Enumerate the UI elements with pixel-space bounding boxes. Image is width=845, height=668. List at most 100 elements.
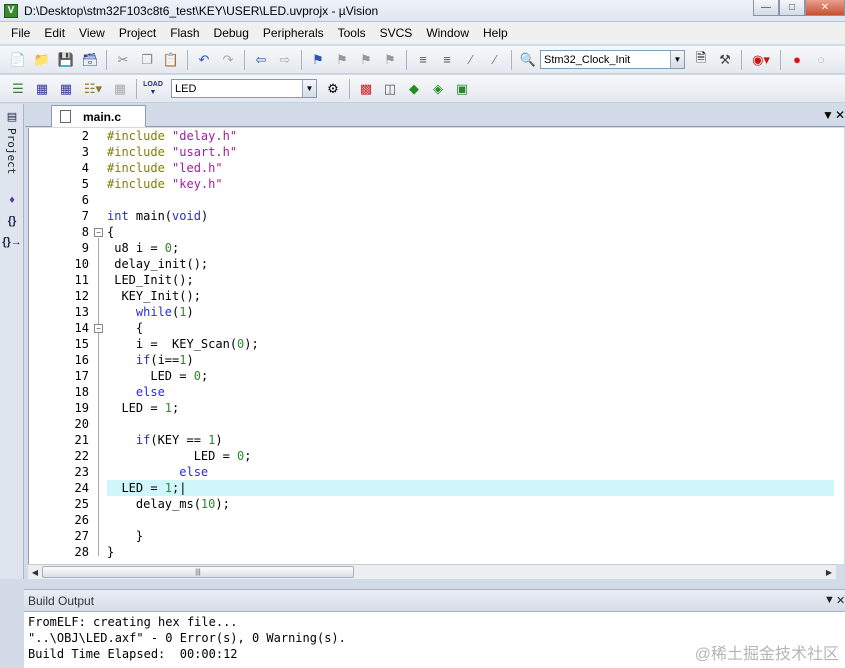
toolbar-separator	[349, 78, 350, 99]
code-line: if(i==1)	[135, 353, 194, 367]
component-icon[interactable]: ▣	[452, 79, 472, 99]
menu-window[interactable]: Window	[419, 23, 476, 43]
code-line: else	[135, 385, 165, 399]
scrollbar-thumb[interactable]: |||	[42, 566, 354, 578]
clear-bookmarks-icon[interactable]: ⚑	[380, 50, 400, 70]
menu-bar: File Edit View Project Flash Debug Perip…	[0, 22, 845, 44]
line-number: 20	[74, 417, 89, 431]
code-editor[interactable]: 2 3 4 5 6 7 8 9 10 11 12 13 14 15 16 17 …	[28, 128, 844, 564]
books-icon[interactable]: ♦	[2, 191, 22, 209]
batch-build-icon[interactable]: ☷▾	[80, 79, 106, 99]
breakpoint-icon[interactable]: ●	[787, 50, 807, 70]
load-download-icon[interactable]: LOAD ▼	[143, 79, 163, 99]
menu-tools[interactable]: Tools	[331, 23, 373, 43]
line-number: 2	[81, 129, 89, 143]
next-bookmark-icon[interactable]: ⚑	[356, 50, 376, 70]
copy-icon[interactable]: ❐	[137, 50, 157, 70]
watermark: @稀土掘金技术社区	[694, 646, 839, 663]
code-line: KEY_Init();	[107, 289, 201, 303]
line-number: 5	[81, 177, 89, 191]
toolbar-separator	[780, 49, 781, 70]
menu-flash[interactable]: Flash	[163, 23, 206, 43]
chevron-down-icon[interactable]: ▼	[302, 80, 316, 97]
chevron-down-icon[interactable]: ▼	[670, 51, 684, 68]
left-panel-bar: ▤ Project ♦ {} {}→	[0, 104, 24, 579]
project-window-icon[interactable]: ▤	[2, 107, 22, 125]
bookmark-icon[interactable]: ⚑	[308, 50, 328, 70]
menu-view[interactable]: View	[72, 23, 112, 43]
cut-icon[interactable]: ✂	[113, 50, 133, 70]
uncomment-icon[interactable]: ∕	[485, 50, 505, 70]
paste-icon[interactable]: 📋	[161, 50, 181, 70]
rebuild-icon[interactable]: ▦	[56, 79, 76, 99]
debug-session-icon[interactable]: ◉▾	[748, 50, 774, 70]
target-combo[interactable]: LED ▼	[171, 79, 317, 98]
save-icon[interactable]: 💾	[56, 50, 76, 70]
configure-icon[interactable]: ⚒	[715, 50, 735, 70]
tab-main-c[interactable]: main.c	[51, 105, 146, 127]
save-all-icon[interactable]: 🗃	[80, 50, 100, 70]
editor-tab-strip: main.c ▼ ✕	[25, 104, 845, 127]
close-tab-icon[interactable]: ✕	[835, 108, 845, 122]
menu-help[interactable]: Help	[476, 23, 515, 43]
new-file-icon[interactable]: 📄	[8, 50, 28, 70]
pack-installer-icon[interactable]: ◈	[428, 79, 448, 99]
build-icon[interactable]: ▦	[32, 79, 52, 99]
toolbar-separator	[301, 49, 302, 70]
unindent-icon[interactable]: ≡	[437, 50, 457, 70]
select-packs-icon[interactable]: ◫	[380, 79, 400, 99]
minimize-button[interactable]: —	[753, 0, 779, 16]
templates-icon[interactable]: {}→	[2, 233, 22, 251]
indent-icon[interactable]: ≡	[413, 50, 433, 70]
code-line: while(1)	[135, 305, 194, 319]
undo-icon[interactable]: ↶	[194, 50, 214, 70]
build-output-header: Build Output ▼ ✕	[24, 589, 845, 611]
title-bar: V D:\Desktop\stm32F103c8t6_test\KEY\USER…	[0, 0, 845, 22]
menu-project[interactable]: Project	[112, 23, 163, 43]
scroll-right-icon[interactable]: ▶	[823, 566, 835, 578]
functions-icon[interactable]: {}	[2, 212, 22, 230]
menu-debug[interactable]: Debug	[207, 23, 256, 43]
code-line: }	[107, 529, 144, 543]
prev-bookmark-icon[interactable]: ⚑	[332, 50, 352, 70]
translate-icon[interactable]: ☰	[8, 79, 28, 99]
tab-label: main.c	[83, 109, 122, 124]
fold-toggle[interactable]: −	[94, 324, 103, 333]
navigate-forward-icon[interactable]: ⇨	[275, 50, 295, 70]
vertical-scrollbar[interactable]	[834, 128, 844, 564]
menu-edit[interactable]: Edit	[37, 23, 72, 43]
line-number: 16	[74, 353, 89, 367]
incremental-find-icon[interactable]: 🗎	[691, 50, 711, 70]
tab-list-icon[interactable]: ▼	[822, 108, 834, 122]
find-in-files-icon[interactable]: 🔍	[518, 50, 538, 70]
stop-build-icon[interactable]: ▦	[110, 79, 130, 99]
horizontal-scrollbar[interactable]: ◀ ||| ▶	[28, 564, 836, 579]
code-line: i = KEY_Scan(0);	[107, 337, 259, 351]
pin-icon[interactable]: ▼	[824, 594, 835, 606]
manage-project-items-icon[interactable]: ▩	[356, 79, 376, 99]
open-folder-icon[interactable]: 📁	[32, 50, 52, 70]
fold-toggle[interactable]: −	[94, 228, 103, 237]
close-button[interactable]: ✕	[805, 0, 845, 16]
line-number: 22	[74, 449, 89, 463]
manage-rte-icon[interactable]: ◆	[404, 79, 424, 99]
navigate-back-icon[interactable]: ⇦	[251, 50, 271, 70]
redo-icon[interactable]: ↷	[218, 50, 238, 70]
code-line: LED = 0;	[107, 369, 209, 383]
menu-peripherals[interactable]: Peripherals	[256, 23, 331, 43]
line-number: 26	[74, 513, 89, 527]
maximize-button[interactable]: □	[779, 0, 805, 16]
project-panel-label[interactable]: Project	[5, 128, 18, 188]
function-combo[interactable]: Stm32_Clock_Init ▼	[540, 50, 685, 69]
menu-svcs[interactable]: SVCS	[373, 23, 420, 43]
window-title: D:\Desktop\stm32F103c8t6_test\KEY\USER\L…	[24, 3, 379, 18]
close-panel-icon[interactable]: ✕	[836, 594, 845, 607]
disabled-breakpoint-icon[interactable]: ○	[811, 50, 831, 70]
target-options-icon[interactable]: ⚙	[323, 79, 343, 99]
comment-icon[interactable]: ∕	[461, 50, 481, 70]
menu-file[interactable]: File	[4, 23, 37, 43]
target-combo-value: LED	[175, 82, 197, 95]
toolbar-separator	[244, 49, 245, 70]
code-line: #include "delay.h"	[107, 129, 238, 143]
scroll-left-icon[interactable]: ◀	[29, 566, 41, 578]
